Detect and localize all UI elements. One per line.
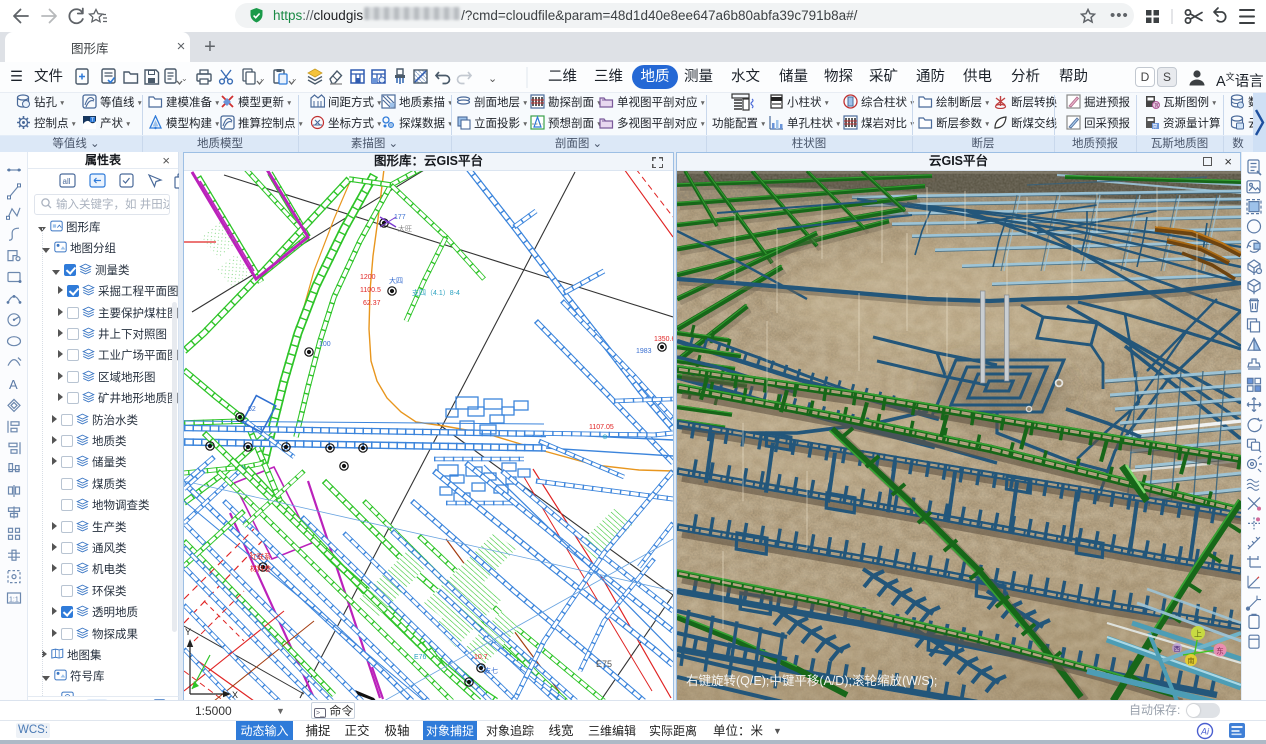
svg-text:支四（4.1）8-4: 支四（4.1）8-4 [412,288,460,297]
svg-text:材料巷: 材料巷 [250,564,271,573]
svg-text:红联系: 红联系 [250,552,271,561]
svg-text:E75: E75 [596,659,612,669]
svg-text:10.7: 10.7 [474,654,488,661]
svg-text:62: 62 [248,406,256,413]
svg-text:西: 西 [1174,645,1181,653]
svg-text:1100.5: 1100.5 [360,287,381,294]
svg-text:1:1: 1:1 [9,597,19,604]
svg-text:⌄: ⌄ [181,74,188,83]
svg-text:Ai: Ai [1200,727,1210,737]
svg-text:上: 上 [1194,630,1202,639]
svg-text:⌄: ⌄ [259,74,266,83]
svg-text:瓦: 瓦 [1154,103,1159,109]
svg-text:⌄: ⌄ [488,73,497,85]
svg-text:Y: Y [185,627,191,637]
svg-text:大四: 大四 [389,276,403,285]
svg-text:东: 东 [1216,646,1224,656]
svg-text:1983: 1983 [636,348,652,355]
svg-text:1200: 1200 [360,274,376,281]
svg-text:1107.05: 1107.05 [589,424,614,431]
svg-text:62.37: 62.37 [363,300,381,307]
svg-text:E76: E76 [414,654,427,661]
svg-text:1350.6: 1350.6 [654,336,673,343]
svg-text:⊕: ⊕ [602,434,608,441]
svg-text:支七: 支七 [484,666,498,675]
svg-text:⌄: ⌄ [291,74,298,83]
svg-text:右键旋转(Q/E);中键平移(A/D);滚轮缩放(W/S);: 右键旋转(Q/E);中键平移(A/D);滚轮缩放(W/S); [686,673,937,688]
svg-text:all: all [63,177,71,186]
svg-text:算: 算 [1153,123,1158,130]
svg-text:X: X [232,690,238,700]
svg-text:大旺: 大旺 [398,224,412,233]
svg-text:南: 南 [1188,656,1195,665]
svg-text:T: T [91,118,94,124]
svg-text:100: 100 [319,341,331,348]
svg-text:A: A [9,377,18,392]
